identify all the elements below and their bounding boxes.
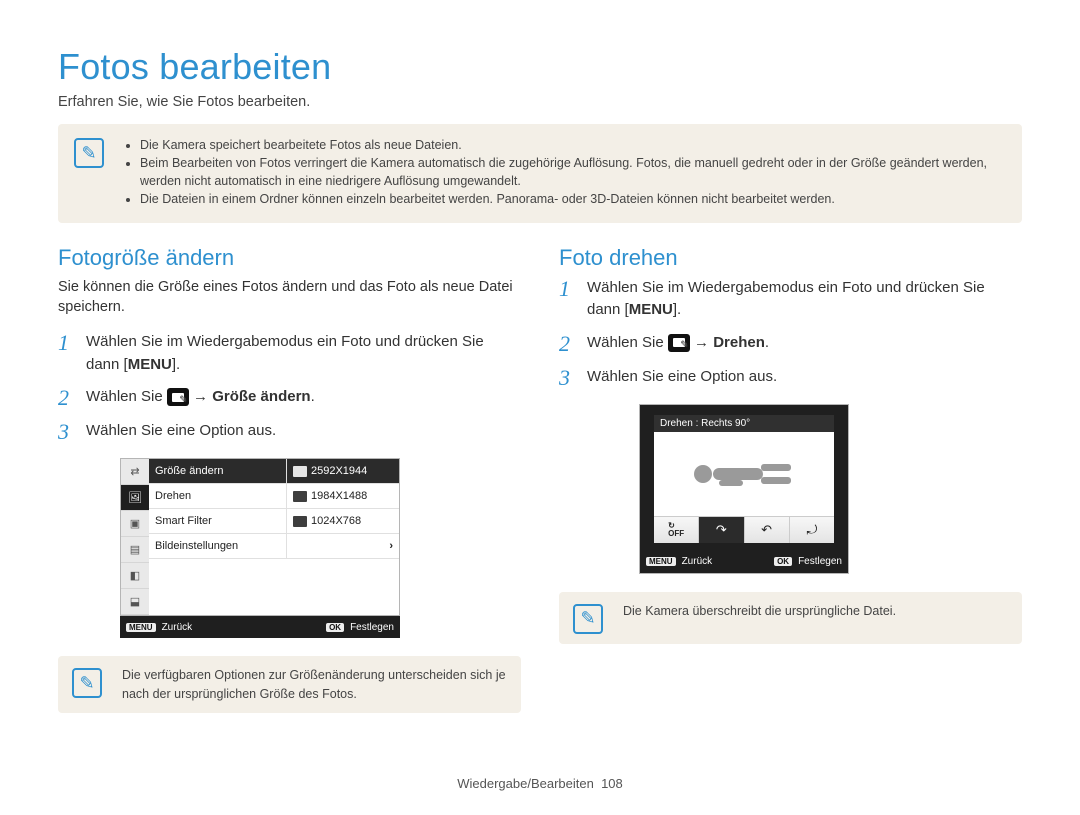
top-note-box: ✎ Die Kamera speichert bearbeitete Fotos… bbox=[58, 124, 1022, 223]
page-title: Fotos bearbeiten bbox=[58, 46, 1022, 88]
step-row: 2 Wählen Sie → Größe ändern. bbox=[58, 386, 521, 410]
footer-ok: Festlegen bbox=[350, 622, 394, 633]
resolution-icon bbox=[293, 491, 307, 502]
cam-row: Größe ändern 2592X1944 bbox=[149, 459, 399, 484]
person-lying-icon bbox=[689, 454, 799, 494]
rotate-buttons: ↻OFF ↷ ↶ ⤾ bbox=[654, 516, 834, 543]
cam-row-value: 1984X1488 bbox=[286, 484, 399, 509]
footer-ok: Festlegen bbox=[798, 556, 842, 567]
cam-side-icon: ▣ bbox=[121, 511, 149, 537]
step-row: 3 Wählen Sie eine Option aus. bbox=[58, 420, 521, 444]
col-rotate: Foto drehen 1 Wählen Sie im Wiedergabemo… bbox=[559, 245, 1022, 735]
rotate-preview-illustration bbox=[654, 432, 834, 516]
ok-chip: OK bbox=[326, 623, 344, 632]
step-row: 1 Wählen Sie im Wiedergabemodus ein Foto… bbox=[58, 331, 521, 376]
step-number: 2 bbox=[58, 386, 76, 410]
cam-row-label: Drehen bbox=[149, 484, 286, 509]
page-subtitle: Erfahren Sie, wie Sie Fotos bearbeiten. bbox=[58, 94, 1022, 110]
cam-row: Bildeinstellungen › bbox=[149, 534, 399, 559]
camera-resize-screenshot: ⇄ 🖼 ▣ ▤ ◧ ⬓ Größe ändern 2592X1944 D bbox=[120, 458, 400, 638]
step-number: 3 bbox=[58, 420, 76, 444]
resolution-icon bbox=[293, 466, 307, 477]
resize-note-box: ✎ Die verfügbaren Optionen zur Größenänd… bbox=[58, 656, 521, 712]
step-text: Wählen Sie → Größe ändern. bbox=[86, 386, 315, 409]
cam-row-arrow: › bbox=[286, 534, 399, 559]
edit-image-icon bbox=[668, 334, 690, 352]
rotate-left-button[interactable]: ↶ bbox=[745, 517, 790, 543]
cam-side-icon: ▤ bbox=[121, 537, 149, 563]
note-icon: ✎ bbox=[72, 668, 102, 698]
cam-footer: MENU Zurück OK Festlegen bbox=[120, 616, 400, 638]
step-text: Wählen Sie im Wiedergabemodus ein Foto u… bbox=[587, 277, 1022, 322]
menu-chip: MENU bbox=[646, 557, 676, 566]
edit-image-icon bbox=[167, 388, 189, 406]
step-number: 2 bbox=[559, 332, 577, 356]
rotate-footer: MENU Zurück OK Festlegen bbox=[640, 551, 848, 573]
cam-side-icon: ◧ bbox=[121, 563, 149, 589]
cam-row-label: Bildeinstellungen bbox=[149, 534, 286, 559]
cam-row-value: 2592X1944 bbox=[286, 459, 399, 484]
lead-resize: Sie können die Größe eines Fotos ändern … bbox=[58, 277, 521, 318]
resize-note-text: Die verfügbaren Optionen zur Größenänder… bbox=[122, 666, 507, 702]
step-row: 3 Wählen Sie eine Option aus. bbox=[559, 366, 1022, 390]
top-note-list: Die Kamera speichert bearbeitete Fotos a… bbox=[124, 136, 1006, 209]
step-number: 1 bbox=[58, 331, 76, 355]
top-note-item: Die Kamera speichert bearbeitete Fotos a… bbox=[140, 136, 1006, 154]
menu-button-label: MENU bbox=[629, 301, 673, 318]
step-row: 1 Wählen Sie im Wiedergabemodus ein Foto… bbox=[559, 277, 1022, 322]
rotate-note-box: ✎ Die Kamera überschreibt die ursprüngli… bbox=[559, 592, 1022, 644]
rotate-title: Drehen : Rechts 90° bbox=[654, 415, 834, 432]
step-text: Wählen Sie eine Option aus. bbox=[86, 420, 276, 443]
col-resize: Fotogröße ändern Sie können die Größe ei… bbox=[58, 245, 521, 735]
step-number: 1 bbox=[559, 277, 577, 301]
cam-side-icon: ⬓ bbox=[121, 589, 149, 615]
footer-page-number: 108 bbox=[601, 776, 623, 791]
step-text: Wählen Sie im Wiedergabemodus ein Foto u… bbox=[86, 331, 521, 376]
steps-resize: 1 Wählen Sie im Wiedergabemodus ein Foto… bbox=[58, 331, 521, 444]
step-text: Wählen Sie eine Option aus. bbox=[587, 366, 777, 389]
top-note-item: Die Dateien in einem Ordner können einze… bbox=[140, 190, 1006, 208]
ok-chip: OK bbox=[774, 557, 792, 566]
step-target: Größe ändern bbox=[212, 388, 310, 405]
rotate-180-button[interactable]: ⤾ bbox=[790, 517, 834, 543]
step-text: Wählen Sie → Drehen. bbox=[587, 332, 769, 355]
menu-button-label: MENU bbox=[128, 356, 172, 373]
rotate-off-button[interactable]: ↻OFF bbox=[654, 517, 699, 543]
cam-row-label: Größe ändern bbox=[149, 459, 286, 484]
step-target: Drehen bbox=[713, 334, 765, 351]
cam-row: Smart Filter 1024X768 bbox=[149, 509, 399, 534]
page-footer: Wiedergabe/Bearbeiten 108 bbox=[0, 776, 1080, 791]
cam-row-label: Smart Filter bbox=[149, 509, 286, 534]
cam-side-icon: 🖼 bbox=[121, 485, 149, 511]
cam-side-icon: ⇄ bbox=[121, 459, 149, 485]
cam-row-value: 1024X768 bbox=[286, 509, 399, 534]
note-icon: ✎ bbox=[573, 604, 603, 634]
rotate-right-button[interactable]: ↷ bbox=[699, 517, 744, 543]
footer-back: Zurück bbox=[162, 622, 193, 633]
resolution-icon bbox=[293, 516, 307, 527]
cam-sidebar: ⇄ 🖼 ▣ ▤ ◧ ⬓ bbox=[121, 459, 149, 615]
steps-rotate: 1 Wählen Sie im Wiedergabemodus ein Foto… bbox=[559, 277, 1022, 390]
heading-resize: Fotogröße ändern bbox=[58, 245, 521, 271]
cam-row: Drehen 1984X1488 bbox=[149, 484, 399, 509]
footer-section: Wiedergabe/Bearbeiten bbox=[457, 776, 594, 791]
step-number: 3 bbox=[559, 366, 577, 390]
heading-rotate: Foto drehen bbox=[559, 245, 1022, 271]
top-note-item: Beim Bearbeiten von Fotos verringert die… bbox=[140, 154, 1006, 190]
step-row: 2 Wählen Sie → Drehen. bbox=[559, 332, 1022, 356]
cam-menu: Größe ändern 2592X1944 Drehen 1984X1488 … bbox=[149, 459, 399, 615]
cam-blank bbox=[149, 559, 399, 615]
menu-chip: MENU bbox=[126, 623, 156, 632]
note-icon: ✎ bbox=[74, 138, 104, 168]
camera-rotate-screenshot: Drehen : Rechts 90° ↻OFF bbox=[639, 404, 849, 574]
rotate-note-text: Die Kamera überschreibt die ursprünglich… bbox=[623, 602, 896, 620]
footer-back: Zurück bbox=[682, 556, 713, 567]
